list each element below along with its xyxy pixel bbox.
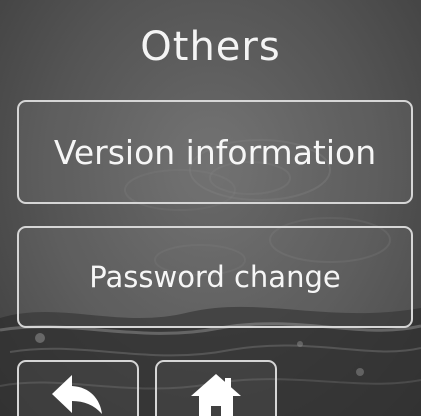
version-information-button[interactable]: Version information	[17, 100, 413, 204]
home-button[interactable]	[155, 360, 277, 416]
others-screen: Others Version information Password chan…	[0, 0, 421, 416]
back-arrow-icon	[52, 375, 102, 414]
page-title: Others	[140, 24, 281, 70]
back-button[interactable]	[17, 360, 139, 416]
password-change-button[interactable]: Password change	[17, 226, 413, 328]
password-change-label: Password change	[89, 260, 341, 294]
home-icon	[191, 374, 241, 416]
version-information-label: Version information	[53, 132, 377, 172]
